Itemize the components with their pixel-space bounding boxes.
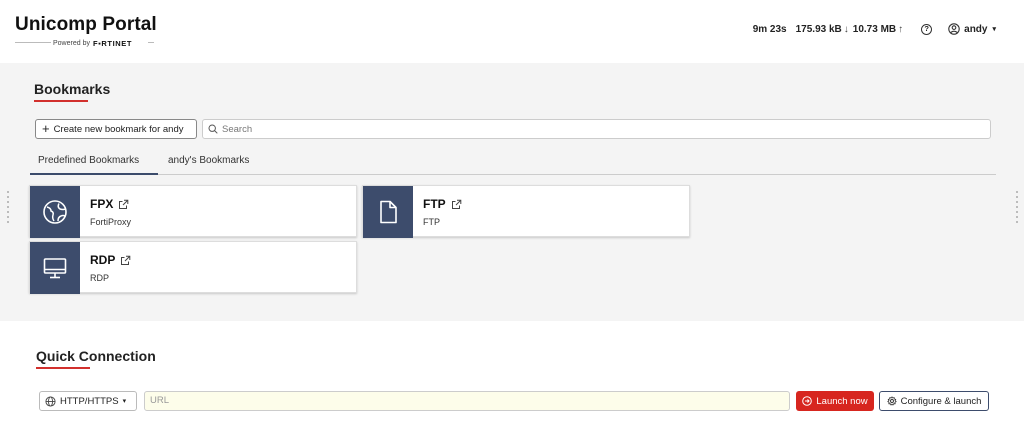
url-input[interactable]: URL <box>144 391 790 411</box>
bookmarks-title: Bookmarks <box>34 81 111 97</box>
search-icon <box>208 124 218 134</box>
bookmark-title: FTP <box>423 197 446 211</box>
bookmark-card-ftp[interactable]: FTP FTP <box>362 185 690 238</box>
bookmark-name: FTP <box>423 197 462 211</box>
external-link-icon[interactable] <box>118 199 129 210</box>
user-icon <box>948 23 960 35</box>
bookmark-title: RDP <box>90 253 116 267</box>
bookmark-name: FPX <box>90 197 129 211</box>
file-icon <box>380 200 397 224</box>
tab-user-bookmarks[interactable]: andy's Bookmarks <box>160 151 257 175</box>
bookmark-title: FPX <box>90 197 114 211</box>
plus-icon: + <box>42 121 50 136</box>
bookmark-tabs: Predefined Bookmarks andy's Bookmarks <box>30 151 996 175</box>
monitor-icon <box>43 258 67 279</box>
protocol-select[interactable]: HTTP/HTTPS ▾ <box>39 391 137 411</box>
bookmark-icon-box <box>30 186 80 238</box>
external-link-icon[interactable] <box>451 199 462 210</box>
globe-icon <box>45 395 56 407</box>
powered-by: Powered by F▪RTINET <box>53 39 132 48</box>
bookmark-description: FTP <box>423 217 440 227</box>
drag-handle-left <box>7 191 11 223</box>
launch-icon <box>802 396 813 406</box>
bookmark-description: FortiProxy <box>90 217 132 227</box>
tab-predefined-bookmarks[interactable]: Predefined Bookmarks <box>30 151 158 175</box>
top-header: Unicomp Portal Powered by F▪RTINET 9m 23… <box>0 0 1024 63</box>
configure-launch-label: Configure & launch <box>900 395 982 407</box>
configure-launch-button[interactable]: Configure & launch <box>879 391 989 411</box>
powered-by-label: Powered by <box>53 40 90 47</box>
search-input[interactable]: Search <box>202 119 991 139</box>
divider <box>148 42 154 43</box>
external-link-icon[interactable] <box>120 255 131 266</box>
chevron-down-icon: ▾ <box>992 26 996 33</box>
fortinet-logo: F▪RTINET <box>92 39 133 48</box>
divider <box>15 42 51 43</box>
session-info: 9m 23s 175.93 kB ↓ 10.73 MB ↑ ? andy ▾ <box>753 23 996 35</box>
title-underline <box>34 100 88 102</box>
gear-icon <box>886 396 897 406</box>
portal-title: Unicomp Portal <box>15 14 157 35</box>
drag-handle-right <box>1016 191 1020 223</box>
user-name: andy <box>964 23 988 35</box>
launch-now-button[interactable]: Launch now <box>796 391 874 411</box>
protocol-value: HTTP/HTTPS <box>60 395 119 407</box>
user-menu[interactable]: andy ▾ <box>948 23 996 35</box>
quick-connection-section: Quick Connection HTTP/HTTPS ▾ URL Launch… <box>0 321 1024 436</box>
bookmark-name: RDP <box>90 253 131 267</box>
launch-now-label: Launch now <box>816 395 868 407</box>
bookmark-card-rdp[interactable]: RDP RDP <box>29 241 357 294</box>
bookmarks-section: Bookmarks + Create new bookmark for andy… <box>0 63 1024 321</box>
bookmark-icon-box <box>363 186 413 238</box>
quick-connection-title: Quick Connection <box>36 348 156 364</box>
bookmark-icon-box <box>30 242 80 294</box>
search-placeholder: Search <box>222 123 253 135</box>
create-bookmark-button[interactable]: + Create new bookmark for andy <box>35 119 197 139</box>
bytes-sent: 10.73 MB <box>852 23 897 35</box>
bookmark-description: RDP <box>90 273 110 283</box>
bytes-received: 175.93 kB <box>795 23 842 35</box>
bookmark-card-fpx[interactable]: FPX FortiProxy <box>29 185 357 238</box>
help-icon[interactable]: ? <box>921 23 933 35</box>
title-underline <box>36 367 90 369</box>
create-bookmark-label: Create new bookmark for andy <box>53 123 184 135</box>
chevron-down-icon: ▾ <box>122 398 127 405</box>
globe-icon <box>43 200 67 224</box>
down-arrow-icon: ↓ <box>843 23 849 35</box>
up-arrow-icon: ↑ <box>898 23 904 35</box>
session-time: 9m 23s <box>752 23 787 35</box>
